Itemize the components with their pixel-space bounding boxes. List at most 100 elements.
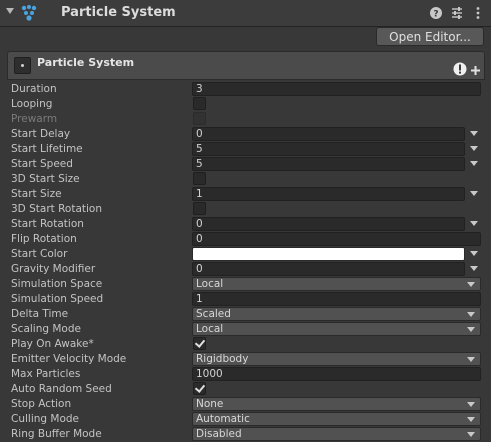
svg-text:?: ? bbox=[433, 10, 438, 20]
flip-rotation-field[interactable]: 0 bbox=[192, 232, 481, 246]
prewarm-label: Prewarm bbox=[11, 113, 58, 125]
row-start-speed: Start Speed 5 bbox=[0, 157, 491, 172]
chevron-down-icon bbox=[467, 312, 475, 317]
scaling-mode-value: Local bbox=[196, 323, 224, 335]
particle-system-icon bbox=[21, 5, 37, 21]
add-icon[interactable] bbox=[471, 66, 480, 75]
delta-time-dropdown[interactable]: Scaled bbox=[192, 307, 481, 321]
ring-buffer-mode-label: Ring Buffer Mode bbox=[11, 428, 102, 440]
stop-action-dropdown[interactable]: None bbox=[192, 397, 481, 411]
checkmark-icon bbox=[194, 382, 206, 393]
row-start-size: Start Size 1 bbox=[0, 187, 491, 202]
gravity-modifier-field[interactable]: 0 bbox=[192, 262, 465, 276]
start-delay-label: Start Delay bbox=[11, 128, 71, 140]
flip-rotation-label: Flip Rotation bbox=[11, 233, 77, 245]
gravity-modifier-label: Gravity Modifier bbox=[11, 263, 96, 275]
3d-start-size-label: 3D Start Size bbox=[11, 173, 80, 185]
open-editor-button[interactable]: Open Editor... bbox=[376, 27, 484, 46]
module-icon bbox=[14, 57, 31, 74]
looping-checkbox[interactable] bbox=[193, 97, 206, 110]
start-speed-mode-dropdown-icon[interactable] bbox=[470, 161, 478, 166]
start-delay-mode-dropdown-icon[interactable] bbox=[470, 131, 478, 136]
row-start-lifetime: Start Lifetime 5 bbox=[0, 142, 491, 157]
warning-icon[interactable] bbox=[453, 62, 467, 76]
start-rotation-label: Start Rotation bbox=[11, 218, 84, 230]
start-color-label: Start Color bbox=[11, 248, 68, 260]
start-lifetime-label: Start Lifetime bbox=[11, 143, 83, 155]
culling-mode-dropdown[interactable]: Automatic bbox=[192, 412, 481, 426]
simulation-speed-field[interactable]: 1 bbox=[192, 292, 481, 306]
foldout-arrow-icon[interactable] bbox=[6, 8, 14, 14]
start-lifetime-mode-dropdown-icon[interactable] bbox=[470, 146, 478, 151]
row-gravity-modifier: Gravity Modifier 0 bbox=[0, 262, 491, 277]
start-rotation-mode-dropdown-icon[interactable] bbox=[470, 221, 478, 226]
chevron-down-icon bbox=[467, 327, 475, 332]
row-3d-start-rotation: 3D Start Rotation bbox=[0, 202, 491, 217]
start-rotation-field[interactable]: 0 bbox=[192, 217, 465, 231]
emitter-velocity-mode-label: Emitter Velocity Mode bbox=[11, 353, 127, 365]
chevron-down-icon bbox=[467, 402, 475, 407]
looping-label: Looping bbox=[11, 98, 53, 110]
start-color-mode-dropdown-icon[interactable] bbox=[470, 251, 478, 256]
row-ring-buffer-mode: Ring Buffer Mode Disabled bbox=[0, 427, 491, 442]
start-color-swatch[interactable] bbox=[192, 247, 465, 261]
3d-start-rotation-checkbox[interactable] bbox=[193, 202, 206, 215]
start-lifetime-field[interactable]: 5 bbox=[192, 142, 465, 156]
help-icon[interactable]: ? bbox=[428, 5, 444, 21]
3d-start-rotation-label: 3D Start Rotation bbox=[11, 203, 103, 215]
sliders-icon[interactable] bbox=[449, 5, 465, 21]
play-on-awake-checkbox[interactable] bbox=[193, 337, 206, 350]
delta-time-value: Scaled bbox=[196, 308, 231, 320]
row-delta-time: Delta Time Scaled bbox=[0, 307, 491, 322]
row-culling-mode: Culling Mode Automatic bbox=[0, 412, 491, 427]
row-start-rotation: Start Rotation 0 bbox=[0, 217, 491, 232]
start-size-label: Start Size bbox=[11, 188, 62, 200]
kebab-menu-icon[interactable] bbox=[470, 5, 486, 21]
delta-time-label: Delta Time bbox=[11, 308, 69, 320]
stop-action-value: None bbox=[196, 398, 224, 410]
scaling-mode-label: Scaling Mode bbox=[11, 323, 81, 335]
scaling-mode-dropdown[interactable]: Local bbox=[192, 322, 481, 336]
module-title: Particle System bbox=[37, 56, 135, 69]
duration-field[interactable]: 3 bbox=[192, 82, 481, 96]
start-speed-field[interactable]: 5 bbox=[192, 157, 465, 171]
property-list: Duration 3 Looping Prewarm Start Delay 0… bbox=[0, 82, 491, 442]
row-simulation-space: Simulation Space Local bbox=[0, 277, 491, 292]
chevron-down-icon bbox=[467, 432, 475, 437]
row-auto-random-seed: Auto Random Seed bbox=[0, 382, 491, 397]
gravity-modifier-mode-dropdown-icon[interactable] bbox=[470, 266, 478, 271]
ring-buffer-mode-value: Disabled bbox=[196, 428, 242, 440]
row-looping: Looping bbox=[0, 97, 491, 112]
ring-buffer-mode-dropdown[interactable]: Disabled bbox=[192, 427, 481, 441]
row-start-color: Start Color bbox=[0, 247, 491, 262]
auto-random-seed-label: Auto Random Seed bbox=[11, 383, 112, 395]
simulation-space-label: Simulation Space bbox=[11, 278, 103, 290]
emitter-velocity-mode-value: Rigidbody bbox=[196, 353, 249, 365]
start-delay-field[interactable]: 0 bbox=[192, 127, 465, 141]
culling-mode-label: Culling Mode bbox=[11, 413, 80, 425]
auto-random-seed-checkbox[interactable] bbox=[193, 382, 206, 395]
max-particles-field[interactable]: 1000 bbox=[192, 367, 481, 381]
simulation-space-dropdown[interactable]: Local bbox=[192, 277, 481, 291]
max-particles-label: Max Particles bbox=[11, 368, 81, 380]
play-on-awake-label: Play On Awake* bbox=[11, 338, 94, 350]
row-start-delay: Start Delay 0 bbox=[0, 127, 491, 142]
3d-start-size-checkbox[interactable] bbox=[193, 172, 206, 185]
row-duration: Duration 3 bbox=[0, 82, 491, 97]
start-size-field[interactable]: 1 bbox=[192, 187, 465, 201]
module-header[interactable]: Particle System bbox=[7, 51, 485, 80]
row-emitter-velocity-mode: Emitter Velocity Mode Rigidbody bbox=[0, 352, 491, 367]
stop-action-label: Stop Action bbox=[11, 398, 72, 410]
row-stop-action: Stop Action None bbox=[0, 397, 491, 412]
emitter-velocity-mode-dropdown[interactable]: Rigidbody bbox=[192, 352, 481, 366]
simulation-space-value: Local bbox=[196, 278, 224, 290]
prewarm-checkbox bbox=[193, 112, 206, 125]
row-play-on-awake: Play On Awake* bbox=[0, 337, 491, 352]
row-3d-start-size: 3D Start Size bbox=[0, 172, 491, 187]
chevron-down-icon bbox=[467, 417, 475, 422]
row-max-particles: Max Particles 1000 bbox=[0, 367, 491, 382]
row-prewarm: Prewarm bbox=[0, 112, 491, 127]
duration-label: Duration bbox=[11, 83, 57, 95]
simulation-speed-label: Simulation Speed bbox=[11, 293, 104, 305]
start-size-mode-dropdown-icon[interactable] bbox=[470, 191, 478, 196]
